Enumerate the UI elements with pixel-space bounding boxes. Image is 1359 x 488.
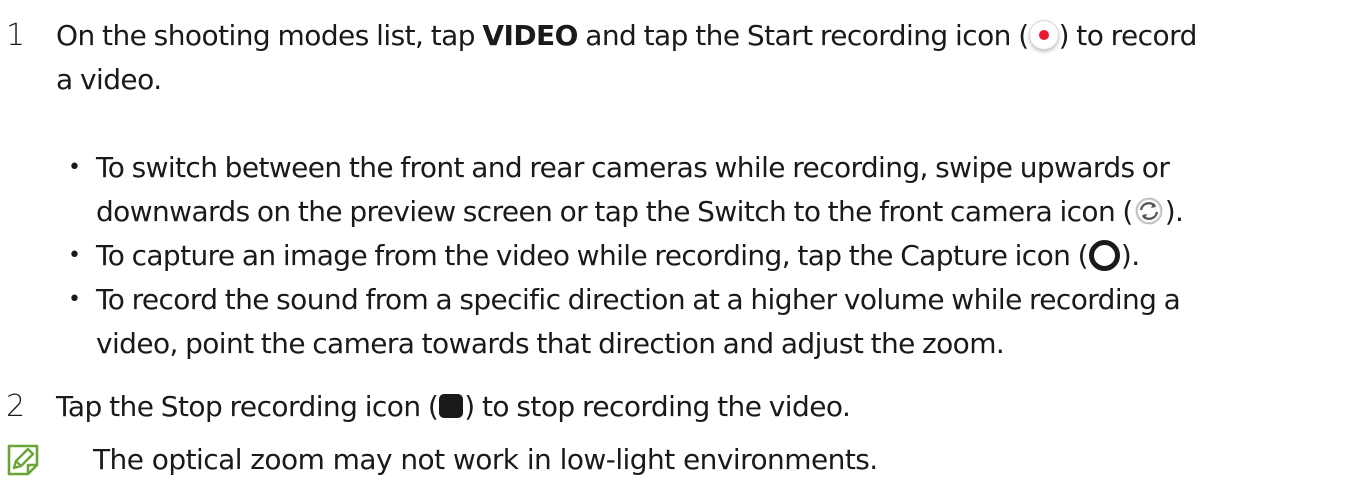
bullet-text: To record the sound from a specific dire…: [96, 283, 1181, 316]
step-text-part: Tap the Stop recording icon (: [56, 390, 439, 423]
bullet-item-capture: • To capture an image from the video whi…: [56, 234, 1349, 278]
step-text-part: a video.: [56, 63, 162, 96]
step-number: 2: [6, 389, 26, 424]
bullet-text: To switch between the front and rear cam…: [96, 151, 1170, 184]
step-text: Tap the Stop recording icon ( ) to stop r…: [56, 385, 1339, 429]
bullet-marker: •: [68, 243, 81, 268]
bullet-item-sound: • To record the sound from a specific di…: [56, 278, 1349, 366]
step-1: 1 On the shooting modes list, tap VIDEO …: [0, 14, 1359, 102]
video-mode-term: VIDEO: [482, 19, 578, 52]
note-text: The optical zoom may not work in low-lig…: [93, 443, 878, 476]
step-text-part: On the shooting modes list, tap: [56, 19, 483, 52]
capture-icon: [1088, 239, 1120, 271]
step-text-part: and tap the Start recording icon (: [577, 19, 1029, 52]
record-icon: [1029, 21, 1058, 49]
bullet-list: • To switch between the front and rear c…: [56, 146, 1349, 366]
step-number: 1: [6, 18, 26, 53]
bullet-item-switch: • To switch between the front and rear c…: [56, 146, 1349, 234]
switch-camera-icon: [1134, 196, 1164, 226]
document-page: 1 On the shooting modes list, tap VIDEO …: [0, 0, 1359, 488]
stop-icon: [439, 394, 464, 418]
bullet-marker: •: [68, 155, 81, 180]
step-text-part: ) to record: [1058, 19, 1198, 52]
bullet-marker: •: [68, 287, 81, 312]
note: The optical zoom may not work in low-lig…: [0, 438, 1359, 482]
note-pencil-icon: [6, 443, 40, 477]
bullet-text: To capture an image from the video while…: [96, 239, 1089, 272]
step-2: 2 Tap the Stop recording icon ( ) to stop…: [0, 385, 1359, 429]
bullet-text: ).: [1164, 195, 1184, 228]
bullet-text: ).: [1120, 239, 1140, 272]
bullet-text: downwards on the preview screen or tap t…: [96, 195, 1133, 228]
step-text-part: ) to stop recording the video.: [464, 390, 851, 423]
bullet-text: video, point the camera towards that dir…: [96, 327, 1005, 360]
step-text: On the shooting modes list, tap VIDEO an…: [56, 14, 1339, 102]
